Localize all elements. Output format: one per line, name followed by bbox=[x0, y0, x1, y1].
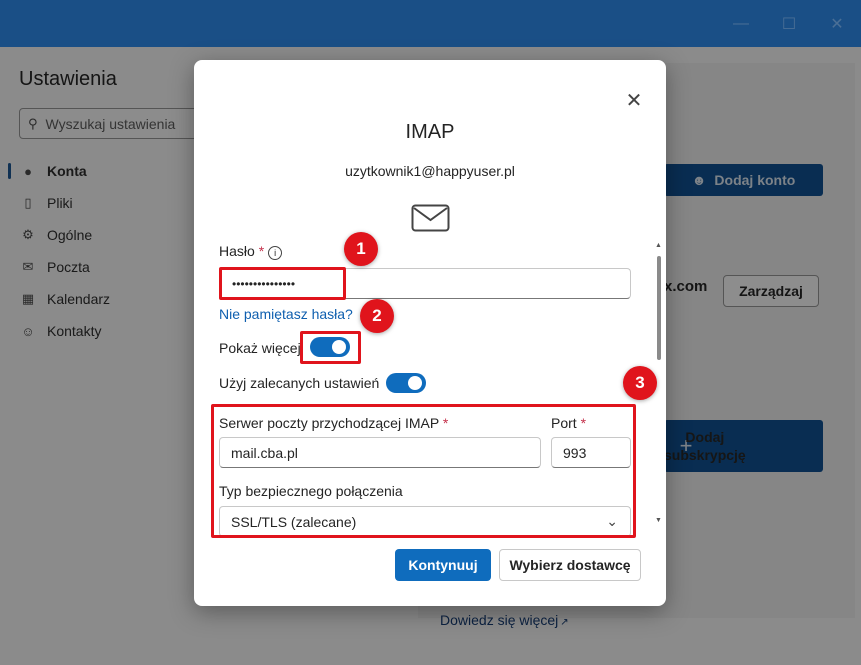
forgot-password-link[interactable]: Nie pamiętasz hasła? bbox=[219, 306, 353, 322]
show-more-label: Pokaż więcej bbox=[219, 340, 301, 356]
highlight-server-settings bbox=[211, 404, 636, 538]
envelope-icon bbox=[411, 204, 450, 232]
password-label: Hasło * i bbox=[219, 243, 283, 260]
highlight-password bbox=[219, 267, 346, 300]
scroll-up-icon[interactable]: ▲ bbox=[655, 242, 662, 249]
continue-button[interactable]: Kontynuuj bbox=[395, 549, 491, 581]
highlight-show-more bbox=[300, 331, 361, 364]
recommended-settings-toggle[interactable] bbox=[386, 373, 426, 393]
dialog-title: IMAP bbox=[405, 121, 455, 143]
maximize-icon[interactable]: ☐ bbox=[777, 12, 801, 36]
annotation-badge-1: 1 bbox=[344, 232, 378, 266]
close-icon[interactable]: ✕ bbox=[623, 89, 645, 112]
annotation-badge-3: 3 bbox=[623, 366, 657, 400]
account-email: uzytkownik1@happyuser.pl bbox=[345, 163, 515, 179]
choose-provider-button[interactable]: Wybierz dostawcę bbox=[499, 549, 641, 581]
info-icon[interactable]: i bbox=[268, 246, 283, 260]
annotation-badge-2: 2 bbox=[360, 299, 394, 333]
recommended-settings-label: Użyj zalecanych ustawień bbox=[219, 375, 380, 391]
scroll-down-icon[interactable]: ▼ bbox=[655, 517, 662, 524]
scrollbar-thumb[interactable] bbox=[657, 256, 661, 360]
close-window-icon[interactable]: ✕ bbox=[825, 12, 849, 36]
minimize-icon[interactable]: — bbox=[729, 12, 753, 36]
